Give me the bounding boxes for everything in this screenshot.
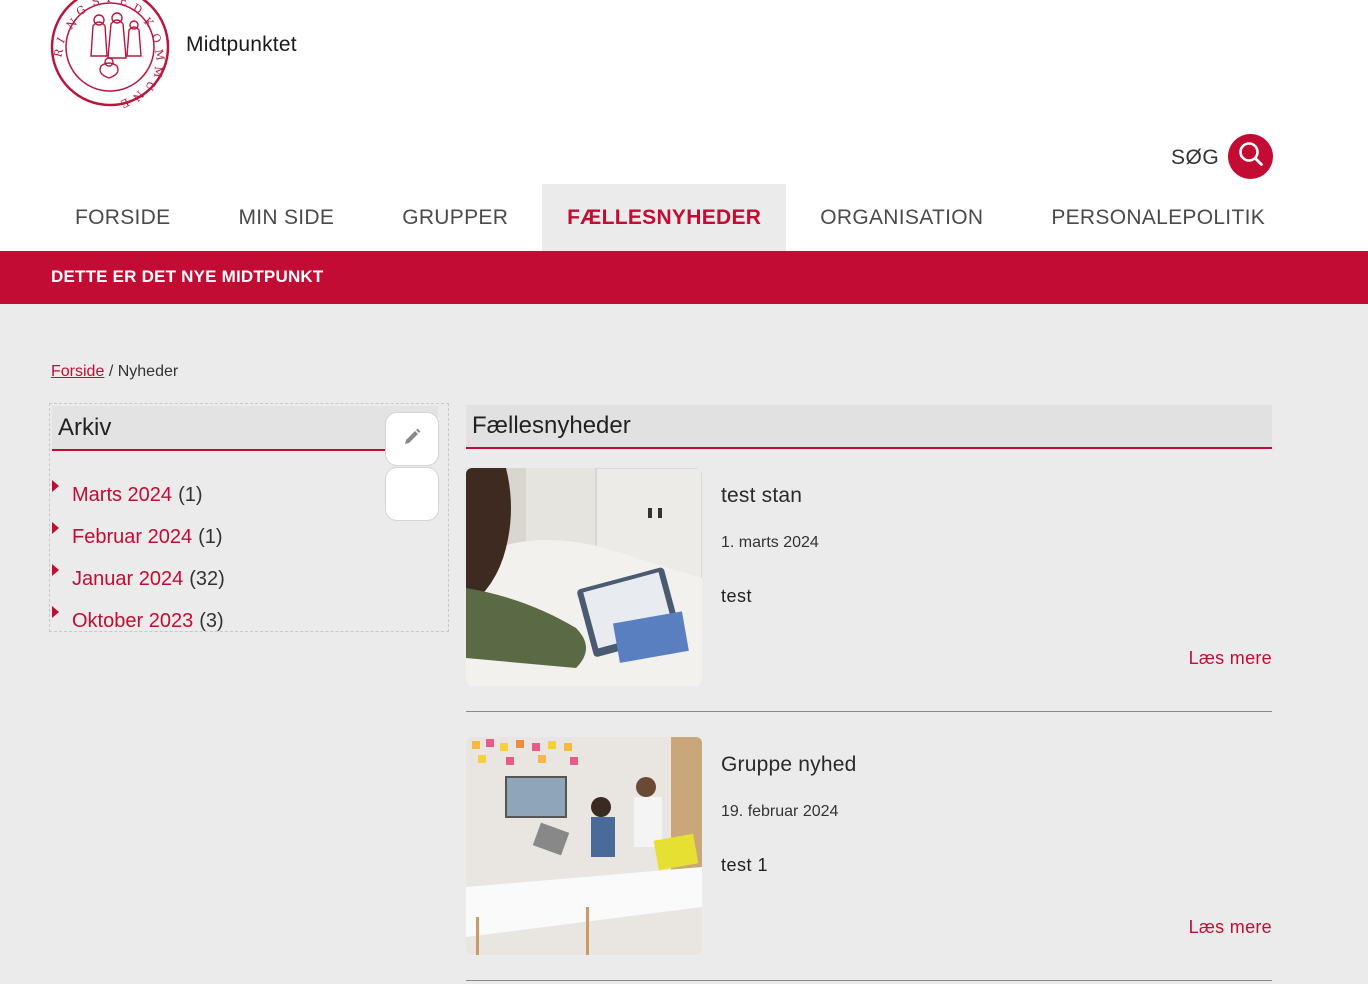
news-item-excerpt: test: [721, 586, 753, 606]
nav-item-faellesnyheder[interactable]: FÆLLESNYHEDER: [542, 184, 787, 251]
news-item-excerpt: test 1: [721, 855, 769, 875]
archive-count: (32): [189, 567, 225, 590]
blank-tool-button[interactable]: [385, 467, 439, 521]
svg-text:M: M: [152, 48, 167, 61]
news-item[interactable]: test stan 1. marts 2024 test Læs mere: [466, 468, 1272, 712]
svg-text:M: M: [151, 66, 165, 78]
breadcrumb-separator: /: [108, 363, 114, 380]
search-button[interactable]: [1228, 134, 1273, 179]
triangle-right-icon: [52, 480, 59, 492]
site-header: R I N G S T E D K O M M U N E Midtpunkte…: [0, 0, 1368, 251]
archive-item[interactable]: Januar 2024 (32): [50, 558, 225, 600]
archive-count: (1): [178, 483, 203, 506]
archive-month-link[interactable]: Februar 2024: [72, 526, 192, 549]
search-icon: [1237, 140, 1265, 173]
archive-list: Marts 2024 (1) Februar 2024 (1) Januar 2…: [50, 474, 225, 642]
archive-count: (3): [199, 609, 224, 632]
triangle-right-icon: [52, 564, 59, 576]
archive-title: Arkiv: [58, 414, 112, 441]
news-item-title[interactable]: test stan: [721, 484, 802, 508]
ringsted-kommune-seal-logo[interactable]: R I N G S T E D K O M M U N E: [49, 0, 171, 110]
breadcrumb: Forside / Nyheder: [51, 363, 178, 381]
archive-count: (1): [198, 525, 223, 548]
news-item[interactable]: Gruppe nyhed 19. februar 2024 test 1 Læs…: [466, 737, 1272, 981]
nav-item-min-side[interactable]: MIN SIDE: [204, 184, 368, 251]
triangle-right-icon: [52, 522, 59, 534]
archive-item[interactable]: Oktober 2023 (3): [50, 600, 225, 642]
edit-button[interactable]: [385, 412, 439, 466]
nav-item-personalepolitik[interactable]: PERSONALEPOLITIK: [1017, 184, 1299, 251]
site-name[interactable]: Midtpunktet: [186, 33, 297, 57]
svg-text:T: T: [105, 0, 113, 5]
read-more-link[interactable]: Læs mere: [1189, 648, 1272, 669]
news-item-date: 19. februar 2024: [721, 803, 839, 820]
breadcrumb-current: Nyheder: [117, 363, 179, 380]
main-navigation: FORSIDE MIN SIDE GRUPPER FÆLLESNYHEDER O…: [41, 184, 1299, 251]
nav-item-organisation[interactable]: ORGANISATION: [786, 184, 1017, 251]
banner-text: DETTE ER DET NYE MIDTPUNKT: [51, 267, 324, 286]
triangle-right-icon: [52, 606, 59, 618]
breadcrumb-home-link[interactable]: Forside: [51, 363, 104, 380]
news-section-title: Fællesnyheder: [472, 412, 631, 439]
news-image-meeting[interactable]: [466, 737, 702, 955]
announcement-banner: DETTE ER DET NYE MIDTPUNKT: [0, 251, 1368, 304]
search-label[interactable]: SØG: [1171, 146, 1219, 170]
news-item-date: 1. marts 2024: [721, 534, 819, 551]
news-section-header: Fællesnyheder: [466, 405, 1272, 449]
read-more-link[interactable]: Læs mere: [1189, 917, 1272, 938]
archive-month-link[interactable]: Oktober 2023: [72, 610, 193, 633]
archive-item[interactable]: Marts 2024 (1): [50, 474, 225, 516]
news-image-tablet[interactable]: [466, 468, 702, 686]
archive-item[interactable]: Februar 2024 (1): [50, 516, 225, 558]
archive-month-link[interactable]: Januar 2024: [72, 568, 183, 591]
archive-month-link[interactable]: Marts 2024: [72, 484, 172, 507]
archive-header: Arkiv: [52, 406, 438, 451]
pencil-icon: [402, 427, 422, 452]
news-item-title[interactable]: Gruppe nyhed: [721, 753, 857, 777]
nav-item-grupper[interactable]: GRUPPER: [368, 184, 542, 251]
nav-item-forside[interactable]: FORSIDE: [41, 184, 204, 251]
